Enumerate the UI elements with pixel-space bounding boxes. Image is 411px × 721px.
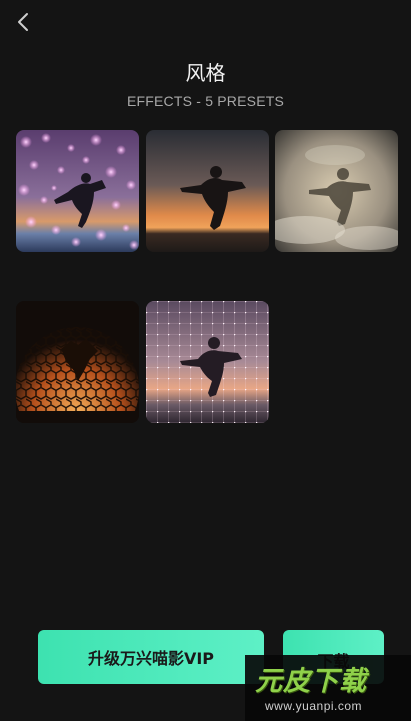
back-button[interactable] — [12, 10, 36, 34]
watermark-logo: 元皮下载 www.yuanpi.com — [245, 655, 411, 721]
preset-thumbnail — [146, 301, 269, 423]
preset-tile-grid[interactable] — [146, 301, 269, 423]
preset-tile-sunset[interactable] — [146, 130, 269, 252]
preset-tile-hexagon[interactable] — [16, 301, 139, 423]
preset-thumbnail — [146, 130, 269, 252]
watermark-url: www.yuanpi.com — [265, 699, 363, 713]
watermark-brand: 元皮下载 — [255, 666, 367, 697]
presets-count-subtitle: EFFECTS - 5 PRESETS — [126, 93, 285, 109]
upgrade-vip-button[interactable]: 升级万兴喵影VIP — [38, 630, 264, 684]
preset-thumbnail — [16, 301, 139, 423]
chevron-left-icon — [18, 13, 28, 31]
preset-tile-smoke[interactable] — [275, 130, 398, 252]
preset-tile-bokeh[interactable] — [16, 130, 139, 252]
preset-thumbnail — [16, 130, 139, 252]
preset-thumbnail — [275, 130, 398, 252]
page-title: 风格 — [185, 61, 226, 85]
